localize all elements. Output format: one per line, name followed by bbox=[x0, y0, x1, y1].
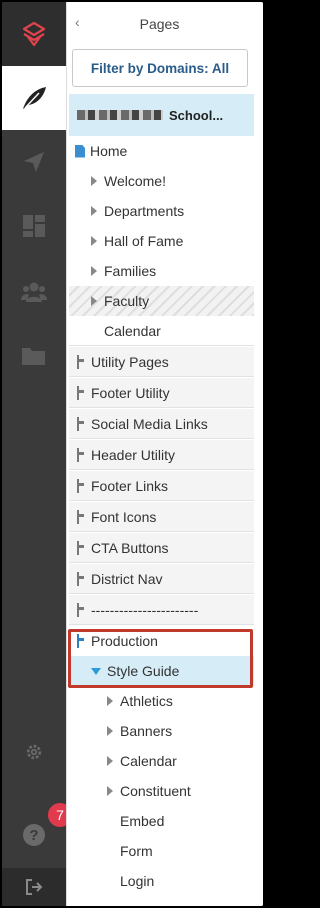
redacted-text bbox=[77, 110, 163, 120]
school-name: School... bbox=[169, 107, 224, 123]
tree-item-calendar-sub[interactable]: Calendar bbox=[69, 746, 254, 776]
school-selector[interactable]: School... bbox=[69, 94, 254, 136]
tree-item-cta-buttons[interactable]: CTA Buttons bbox=[69, 533, 254, 563]
tree-item-welcome[interactable]: Welcome! bbox=[69, 166, 254, 196]
filter-by-domains-button[interactable]: Filter by Domains: All bbox=[72, 49, 248, 87]
logout-icon[interactable] bbox=[2, 868, 66, 906]
tree-item-banners[interactable]: Banners bbox=[69, 716, 254, 746]
flag-icon bbox=[77, 634, 85, 648]
caret-right-icon[interactable] bbox=[91, 236, 97, 246]
document-icon bbox=[75, 144, 85, 158]
tree-item-style-guide[interactable]: Style Guide bbox=[69, 656, 254, 686]
caret-right-icon[interactable] bbox=[107, 756, 113, 766]
tree-item-families[interactable]: Families bbox=[69, 256, 254, 286]
caret-right-icon[interactable] bbox=[91, 206, 97, 216]
panel-header: ‹ Pages bbox=[67, 2, 263, 46]
pages-panel: ‹ Pages Filter by Domains: All School...… bbox=[66, 2, 263, 906]
dashboard-icon[interactable] bbox=[2, 194, 66, 258]
caret-right-icon[interactable] bbox=[107, 786, 113, 796]
flag-icon bbox=[77, 602, 85, 617]
tree-item-constituent[interactable]: Constituent bbox=[69, 776, 254, 806]
caret-right-icon[interactable] bbox=[107, 726, 113, 736]
tree-item-departments[interactable]: Departments bbox=[69, 196, 254, 226]
tree-item-hall-of-fame[interactable]: Hall of Fame bbox=[69, 226, 254, 256]
flag-icon bbox=[77, 540, 85, 555]
folder-icon[interactable] bbox=[2, 324, 66, 388]
users-icon[interactable] bbox=[2, 260, 66, 324]
tree-item-district-nav[interactable]: District Nav bbox=[69, 564, 254, 594]
flag-icon bbox=[77, 478, 85, 493]
paper-plane-icon[interactable] bbox=[2, 130, 66, 194]
caret-right-icon[interactable] bbox=[91, 266, 97, 276]
tree-item-social-media-links[interactable]: Social Media Links bbox=[69, 409, 254, 439]
caret-down-icon[interactable] bbox=[91, 667, 101, 675]
tree-item-calendar[interactable]: Calendar bbox=[69, 316, 254, 346]
tree-item-form[interactable]: Form bbox=[69, 836, 254, 866]
app-frame: ? 7 ‹ Pages Filter by Domains: All Schoo… bbox=[2, 2, 263, 906]
tree-item-home[interactable]: Home bbox=[69, 136, 254, 166]
flag-icon bbox=[77, 447, 85, 462]
tree-item-font-icons[interactable]: Font Icons bbox=[69, 502, 254, 532]
tree-item-faculty[interactable]: Faculty bbox=[69, 286, 254, 316]
tree-item-footer-links[interactable]: Footer Links bbox=[69, 471, 254, 501]
gear-icon[interactable] bbox=[2, 730, 66, 774]
left-rail: ? 7 bbox=[2, 2, 74, 906]
tree-item-embed[interactable]: Embed bbox=[69, 806, 254, 836]
tree-item-login[interactable]: Login bbox=[69, 866, 254, 896]
tree-item-header-utility[interactable]: Header Utility bbox=[69, 440, 254, 470]
tree-item-utility-pages[interactable]: Utility Pages bbox=[69, 347, 254, 377]
panel-title: Pages bbox=[139, 16, 180, 32]
caret-right-icon[interactable] bbox=[91, 176, 97, 186]
svg-text:?: ? bbox=[29, 827, 38, 844]
tree-item-separator[interactable]: ----------------------- bbox=[69, 595, 254, 625]
flag-icon bbox=[77, 416, 85, 431]
flag-icon bbox=[77, 571, 85, 586]
flag-icon bbox=[77, 354, 85, 369]
caret-right-icon[interactable] bbox=[91, 296, 97, 306]
tree-item-footer-utility[interactable]: Footer Utility bbox=[69, 378, 254, 408]
flag-icon bbox=[77, 509, 85, 524]
tree-item-production[interactable]: Production bbox=[69, 626, 254, 656]
tree-item-athletics[interactable]: Athletics bbox=[69, 686, 254, 716]
flag-icon bbox=[77, 385, 85, 400]
stacked-logo-icon[interactable] bbox=[2, 2, 66, 66]
caret-right-icon[interactable] bbox=[107, 696, 113, 706]
feather-icon[interactable] bbox=[2, 66, 66, 130]
